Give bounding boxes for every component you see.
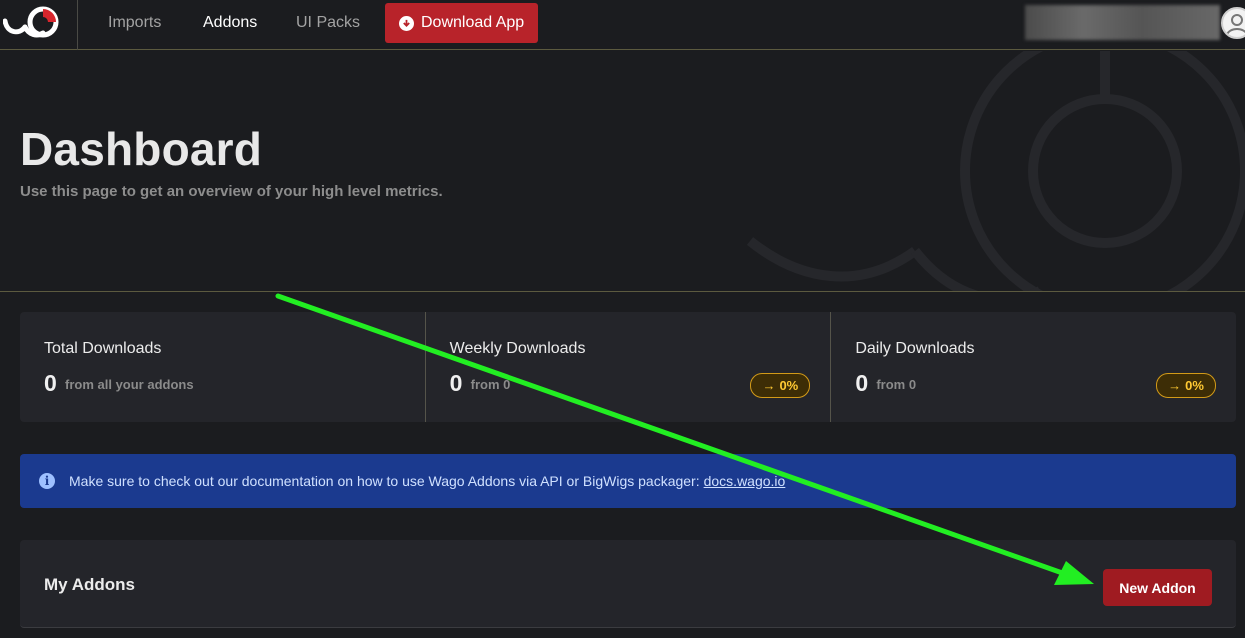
arrow-right-icon: → bbox=[1168, 378, 1182, 393]
stat-value: 0 bbox=[44, 370, 57, 396]
my-addons-card: My Addons New Addon bbox=[20, 540, 1236, 628]
trend-badge: → 0% bbox=[1156, 373, 1217, 398]
page-title: Dashboard bbox=[20, 123, 263, 175]
trend-badge-value: 0% bbox=[779, 378, 799, 393]
docs-info-alert: i Make sure to check out our documentati… bbox=[20, 454, 1236, 508]
stat-from: from 0 bbox=[876, 377, 917, 392]
hero-background-logo bbox=[746, 51, 1245, 291]
download-circle-icon bbox=[399, 15, 414, 31]
alert-text: Make sure to check out our documentation… bbox=[69, 473, 700, 489]
stat-label: Total Downloads bbox=[44, 340, 162, 357]
stat-value: 0 bbox=[855, 370, 869, 396]
stat-from: from 0 bbox=[470, 377, 511, 392]
top-navbar: Imports Addons UI Packs Download App bbox=[0, 0, 1245, 50]
stat-label: Weekly Downloads bbox=[449, 340, 586, 357]
stat-daily-downloads: Daily Downloads 0 from 0 → 0% bbox=[830, 312, 1236, 422]
nav-imports[interactable]: Imports bbox=[108, 0, 161, 45]
download-app-button[interactable]: Download App bbox=[385, 3, 538, 43]
stat-total-downloads: Total Downloads 0 from all your addons bbox=[20, 312, 425, 422]
wago-logo[interactable] bbox=[0, 0, 78, 50]
trend-badge: → 0% bbox=[750, 373, 811, 398]
stat-value: 0 bbox=[449, 370, 463, 396]
stat-from: from all your addons bbox=[65, 377, 194, 392]
info-icon: i bbox=[39, 473, 55, 489]
my-addons-title: My Addons bbox=[44, 575, 135, 594]
nav-addons[interactable]: Addons bbox=[203, 0, 257, 45]
user-avatar[interactable] bbox=[1221, 7, 1245, 39]
nav-ui-packs[interactable]: UI Packs bbox=[296, 0, 360, 45]
user-avatar-icon bbox=[1226, 14, 1245, 36]
stat-weekly-downloads: Weekly Downloads 0 from 0 → 0% bbox=[424, 312, 831, 422]
new-addon-button[interactable]: New Addon bbox=[1103, 569, 1212, 606]
arrow-right-icon: → bbox=[762, 378, 776, 393]
page-subtitle: Use this page to get an overview of your… bbox=[20, 183, 443, 200]
wago-logo-icon bbox=[3, 6, 59, 38]
download-app-label: Download App bbox=[421, 14, 525, 31]
stats-panel: Total Downloads 0 from all your addons W… bbox=[20, 312, 1236, 422]
docs-link[interactable]: docs.wago.io bbox=[704, 473, 786, 489]
stat-label: Daily Downloads bbox=[855, 340, 975, 357]
dashboard-hero: Dashboard Use this page to get an overvi… bbox=[0, 51, 1245, 292]
trend-badge-value: 0% bbox=[1185, 378, 1204, 393]
username-redacted[interactable] bbox=[1025, 5, 1220, 40]
